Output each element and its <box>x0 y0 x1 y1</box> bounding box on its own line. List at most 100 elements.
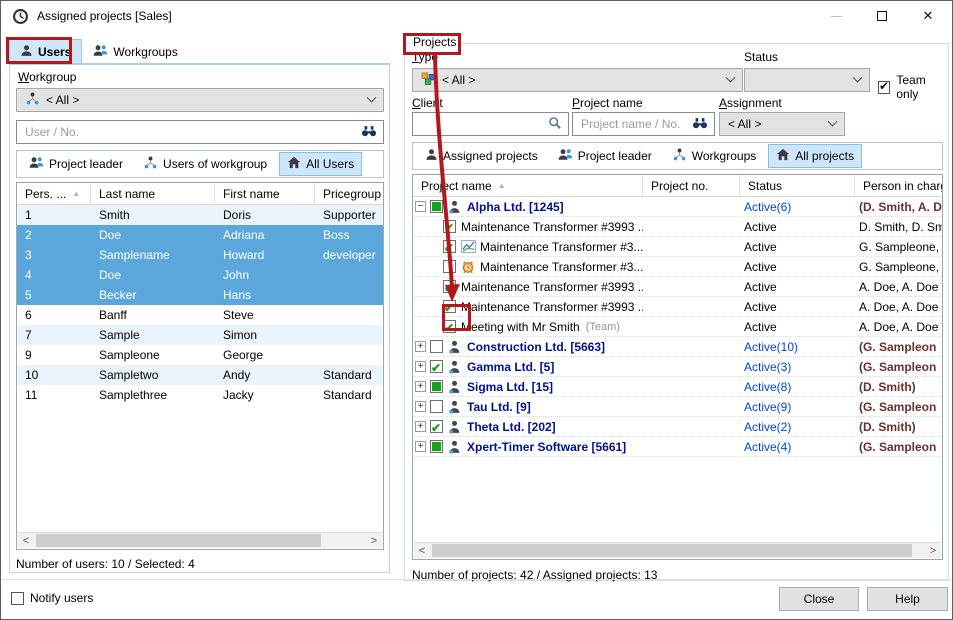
filter-workgroups-button[interactable]: Workgroups <box>664 144 764 168</box>
filter-label: Workgroups <box>692 149 756 163</box>
project-checkbox[interactable] <box>430 440 443 453</box>
cell-last-name: Banff <box>91 305 215 325</box>
project-tree-row[interactable]: +Sigma Ltd. [15]Active(8)(D. Smith) <box>413 377 942 397</box>
filter-all-users-button[interactable]: All Users <box>279 152 362 176</box>
filter-project-leader-button[interactable]: Project leader <box>550 144 660 168</box>
scroll-left-icon[interactable]: < <box>18 533 34 548</box>
project-tree-row[interactable]: +Theta Ltd. [202]Active(2)(D. Smith) <box>413 417 942 437</box>
user-table-row[interactable]: 11SamplethreeJackyStandard <box>17 385 383 405</box>
cell-status: Active <box>740 217 855 237</box>
user-search-input[interactable] <box>23 124 361 140</box>
filter-project-leader-button[interactable]: Project leader <box>21 152 131 176</box>
left-tab-strip: Users Workgroups <box>9 39 189 64</box>
status-dropdown[interactable] <box>744 68 870 92</box>
scrollbar-thumb[interactable] <box>432 544 912 557</box>
client-search-input[interactable] <box>419 116 548 132</box>
project-name-search-input[interactable] <box>579 116 692 132</box>
user-table-row[interactable]: 7SampleSimon <box>17 325 383 345</box>
cell-pers-no: 6 <box>17 305 91 325</box>
project-checkbox[interactable] <box>443 240 456 253</box>
expand-toggle-icon[interactable]: + <box>415 381 426 392</box>
expand-toggle-icon[interactable]: + <box>415 421 426 432</box>
scroll-right-icon[interactable]: > <box>925 543 941 558</box>
project-checkbox[interactable] <box>443 300 456 313</box>
scroll-right-icon[interactable]: > <box>366 533 382 548</box>
user-table-row[interactable]: 3SamplenameHowarddeveloper <box>17 245 383 265</box>
column-header-pers-no[interactable]: Pers. ... ▲ <box>17 183 91 204</box>
project-name-text: Gamma Ltd. [5] <box>467 357 554 377</box>
project-checkbox[interactable] <box>443 320 456 333</box>
user-table-row[interactable]: 10SampletwoAndyStandard <box>17 365 383 385</box>
person-icon <box>448 200 463 214</box>
projects-horizontal-scrollbar[interactable]: < > <box>414 542 941 558</box>
project-checkbox[interactable] <box>430 360 443 373</box>
project-tree-row[interactable]: +Xpert-Timer Software [5661]Active(4)(G.… <box>413 437 942 457</box>
project-checkbox[interactable] <box>430 400 443 413</box>
column-header-project-no[interactable]: Project no. <box>643 175 740 196</box>
user-table-row[interactable]: 6BanffSteve <box>17 305 383 325</box>
user-table-row[interactable]: 5BeckerHans <box>17 285 383 305</box>
projects-caption: Projects <box>409 35 460 49</box>
cell-pers-no: 11 <box>17 385 91 405</box>
assignment-dropdown[interactable]: < All > <box>719 112 845 136</box>
filter-label: All projects <box>795 149 854 163</box>
expand-toggle-icon[interactable]: + <box>415 341 426 352</box>
column-header-project-name[interactable]: Project name ▲ <box>413 175 643 196</box>
column-header-person-in-charge[interactable]: Person in charge <box>855 175 942 196</box>
project-tree-row[interactable]: Maintenance Transformer #3993 ...ActiveD… <box>413 217 942 237</box>
cell-pricegroup: Standard <box>315 365 383 385</box>
user-table-row[interactable]: 2DoeAdrianaBoss <box>17 225 383 245</box>
project-tree-row[interactable]: −Alpha Ltd. [1245]Active(6)(D. Smith, A.… <box>413 197 942 217</box>
project-tree-row[interactable]: Maintenance Transformer #3993 ...ActiveA… <box>413 277 942 297</box>
expand-toggle-icon[interactable]: + <box>415 441 426 452</box>
project-checkbox[interactable] <box>443 260 456 273</box>
filter-users-of-workgroup-button[interactable]: Users of workgroup <box>135 152 275 176</box>
person-icon <box>448 400 463 414</box>
project-checkbox[interactable] <box>430 200 443 213</box>
project-tree-row[interactable]: Maintenance Transformer #3...ActiveG. Sa… <box>413 257 942 277</box>
cell-person-in-charge: A. Doe, A. Doe <box>855 317 942 337</box>
tab-workgroups[interactable]: Workgroups <box>82 39 188 64</box>
project-checkbox[interactable] <box>430 340 443 353</box>
users-horizontal-scrollbar[interactable]: < > <box>18 532 382 548</box>
column-header-status[interactable]: Status <box>740 175 855 196</box>
project-tree-row[interactable]: +Gamma Ltd. [5]Active(3)(G. Sampleon <box>413 357 942 377</box>
cell-status: Active(10) <box>740 337 855 357</box>
user-table-row[interactable]: 1SmithDorisSupporter <box>17 205 383 225</box>
collapse-toggle-icon[interactable]: − <box>415 201 426 212</box>
scroll-left-icon[interactable]: < <box>414 543 430 558</box>
project-tree-row[interactable]: +Construction Ltd. [5663]Active(10)(G. S… <box>413 337 942 357</box>
scrollbar-thumb[interactable] <box>36 534 321 547</box>
projects-group-box: Projects Type < All > Status Team only C… <box>404 43 949 581</box>
close-button[interactable]: Close <box>779 587 859 611</box>
sort-ascending-icon: ▲ <box>72 189 80 198</box>
team-only-checkbox[interactable]: Team only <box>878 73 948 101</box>
help-button[interactable]: Help <box>867 587 948 611</box>
user-table-row[interactable]: 4DoeJohn <box>17 265 383 285</box>
tab-workgroups-label: Workgroups <box>113 45 177 59</box>
project-tree-row[interactable]: +Tau Ltd. [9]Active(9)(G. Sampleon <box>413 397 942 417</box>
filter-assigned-projects-button[interactable]: Assigned projects <box>417 144 546 168</box>
type-dropdown[interactable]: < All > <box>412 68 743 92</box>
project-tree-row[interactable]: Meeting with Mr Smith(Team)ActiveA. Doe,… <box>413 317 942 337</box>
filter-all-projects-button[interactable]: All projects <box>768 144 862 168</box>
column-header-first-name[interactable]: First name <box>215 183 315 204</box>
column-header-last-name[interactable]: Last name <box>91 183 215 204</box>
dialog-window: Assigned projects [Sales] ✕ Users Workgr… <box>0 0 953 620</box>
workgroup-dropdown[interactable]: < All > <box>16 88 384 112</box>
project-checkbox[interactable] <box>430 380 443 393</box>
tab-users[interactable]: Users <box>9 39 82 64</box>
user-table-row[interactable]: 9SampleoneGeorge <box>17 345 383 365</box>
project-checkbox[interactable] <box>430 420 443 433</box>
maximize-button[interactable] <box>859 1 905 31</box>
notify-users-checkbox[interactable]: Notify users <box>11 591 93 605</box>
project-checkbox[interactable] <box>443 280 456 293</box>
close-window-button[interactable]: ✕ <box>905 1 951 31</box>
column-header-pricegroup[interactable]: Pricegroup <box>315 183 383 204</box>
expand-toggle-icon[interactable]: + <box>415 361 426 372</box>
expand-toggle-icon[interactable]: + <box>415 401 426 412</box>
project-tree-row[interactable]: Maintenance Transformer #3...ActiveG. Sa… <box>413 237 942 257</box>
project-tree-row[interactable]: Maintenance Transformer #3993 ...ActiveA… <box>413 297 942 317</box>
project-checkbox[interactable] <box>443 220 456 233</box>
minimize-button[interactable] <box>813 1 859 31</box>
